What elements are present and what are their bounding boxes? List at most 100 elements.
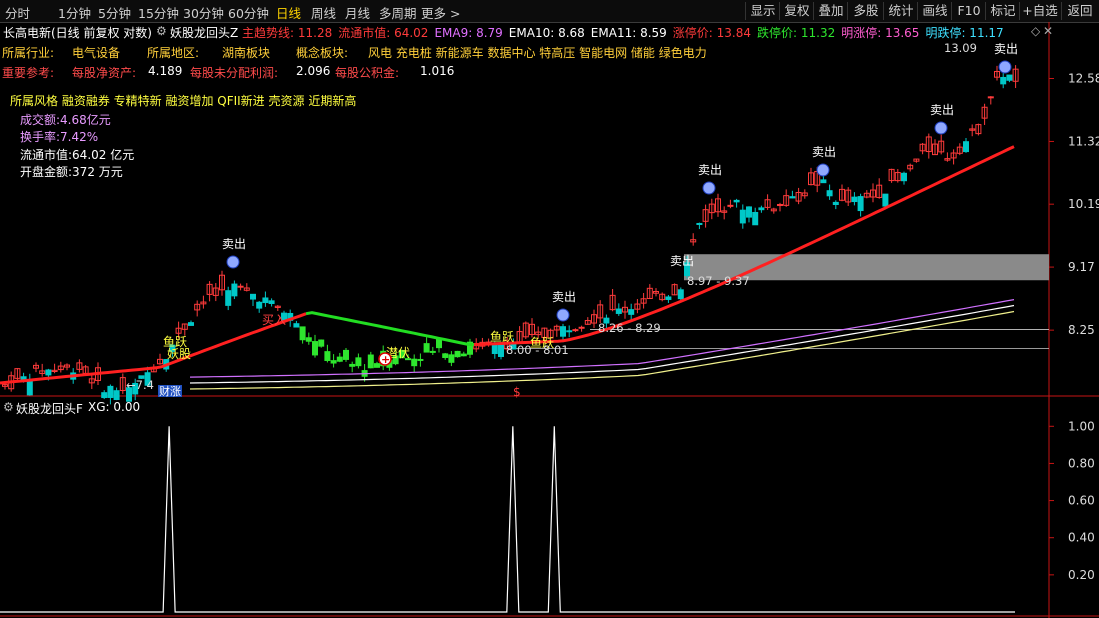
candle-body — [256, 301, 263, 309]
low-price-label: ←7.4 — [126, 378, 154, 392]
candle-body — [312, 341, 318, 356]
candle-body — [343, 349, 349, 360]
fish-jump-label: 鱼跃 — [490, 330, 514, 344]
turnover-rate: 换手率:7.42% — [20, 130, 99, 144]
candle-body — [107, 385, 114, 398]
candle-body — [1006, 74, 1013, 81]
candle-body — [45, 369, 52, 376]
sub-y-tick-label: 0.80 — [1068, 456, 1095, 470]
sell-signal-label: 卖出 — [670, 254, 694, 268]
candle-body — [727, 204, 734, 207]
stat-4: EMA11: 8.59 — [590, 26, 667, 40]
buy-label: 买入 — [262, 313, 286, 327]
trend-line-down — [305, 311, 475, 347]
candle-body — [293, 323, 300, 328]
y-tick-label: 10.19 — [1068, 197, 1099, 211]
candle-body — [746, 206, 752, 218]
candle-body — [113, 390, 120, 401]
candle-body — [250, 293, 256, 300]
y-tick-label: 11.32 — [1068, 134, 1099, 148]
collapse-icon[interactable]: ◇ — [1031, 24, 1040, 38]
candle-body — [336, 356, 343, 362]
sub-y-tick-label: 0.40 — [1068, 531, 1095, 545]
sub-indicator-settings-icon[interactable]: ⚙ — [3, 400, 14, 414]
marker-s: $ — [513, 385, 521, 399]
demon-stock-label: 妖股 — [167, 347, 191, 361]
candle-body — [367, 354, 374, 369]
sub-y-tick-label: 0.60 — [1068, 494, 1095, 508]
candle-body — [355, 357, 362, 367]
candle-body — [268, 300, 275, 305]
candle-body — [572, 329, 579, 332]
sell-face-icon — [702, 181, 716, 195]
candle-body — [101, 392, 108, 399]
ema9-line — [189, 299, 1015, 378]
candle-body — [231, 283, 238, 297]
candle-body — [615, 308, 622, 314]
candle-body — [417, 358, 424, 361]
stat-2: EMA9: 8.79 — [434, 26, 503, 40]
industry-label: 所属行业: — [2, 46, 55, 60]
stat-5: 涨停价: 13.84 — [672, 26, 752, 40]
candle-body — [349, 363, 356, 367]
candle-body — [423, 343, 430, 353]
y-tick-label: 12.58 — [1068, 72, 1099, 86]
sell-signal-label: 卖出 — [930, 103, 954, 117]
candle-body — [318, 339, 325, 347]
support-range-low-label: 8.00 - 8.01 — [506, 343, 569, 357]
sell-face-icon — [816, 163, 830, 177]
stat-0: 主趋势线: 11.28 — [242, 26, 333, 40]
sell-signal-label: 卖出 — [222, 237, 246, 251]
candle-body — [820, 179, 827, 184]
sell-signal-label: 卖出 — [552, 290, 576, 304]
sub-y-tick-label: 0.20 — [1068, 568, 1095, 582]
stat-8: 明跌停: 11.17 — [925, 26, 1004, 40]
sell-signal-label: 卖出 — [994, 42, 1018, 56]
sub-indicator-name[interactable]: 妖股龙回头F — [16, 400, 83, 417]
sell-face-icon — [934, 121, 948, 135]
stat-7: 明涨停: 13.65 — [841, 26, 920, 40]
y-tick-label: 9.17 — [1068, 260, 1095, 274]
candle-body — [857, 196, 864, 212]
indicator-name[interactable]: 妖股龙回头Z — [170, 24, 238, 41]
candle-body — [429, 350, 436, 353]
stat-6: 跌停价: 11.32 — [757, 26, 836, 40]
undistributed-profit-label: 每股未分配利润: — [190, 66, 279, 80]
nav-label: 每股净资产: — [72, 66, 137, 80]
nav-value: 4.189 — [148, 64, 183, 78]
reference-label: 重要参考: — [2, 66, 55, 80]
candle-body — [1000, 76, 1007, 85]
high-price-label: 13.09 — [944, 41, 977, 55]
reserve-value: 1.016 — [420, 64, 455, 78]
concept-label: 概念板块: — [296, 46, 349, 60]
candle-body — [460, 353, 467, 357]
buy-plus-glyph: + — [381, 353, 390, 366]
reserve-label: 每股公积金: — [335, 66, 400, 80]
close-icon[interactable]: ✕ — [1043, 24, 1053, 38]
indicator-settings-icon[interactable]: ⚙ — [156, 24, 167, 38]
candle-body — [882, 193, 889, 207]
style-tags: 所属风格 融资融券 专精特新 融资增加 QFII新进 壳资源 近期新高 — [10, 94, 357, 108]
candle-body — [758, 207, 765, 211]
candle-body — [498, 344, 504, 357]
sell-signal-label: 卖出 — [698, 163, 722, 177]
turnover-amount: 成交额:4.68亿元 — [20, 113, 111, 127]
candle-body — [299, 326, 306, 341]
rise-label: 财涨 — [159, 384, 181, 398]
gray-zone-range-label: 8.97 - 9.37 — [687, 274, 750, 288]
industry-value: 电气设备 — [72, 46, 121, 60]
stock-title: 长高电新(日线 前复权 对数) — [3, 26, 152, 40]
y-tick-label: 8.25 — [1068, 323, 1095, 337]
candle-body — [262, 297, 269, 304]
candle-body — [225, 290, 232, 306]
candle-body — [578, 326, 585, 329]
candle-body — [901, 172, 907, 182]
candle-body — [832, 201, 839, 205]
candle-body — [826, 190, 833, 197]
candle-body — [963, 141, 969, 153]
indicator-stats: 主趋势线: 11.28 流通市值: 64.02 EMA9: 8.79 EMA10: 8… — [242, 24, 1010, 41]
candle-body — [665, 296, 672, 300]
region-label: 所属地区: — [147, 46, 200, 60]
candle-body — [330, 360, 337, 364]
trend-line-up-2 — [473, 145, 1015, 347]
